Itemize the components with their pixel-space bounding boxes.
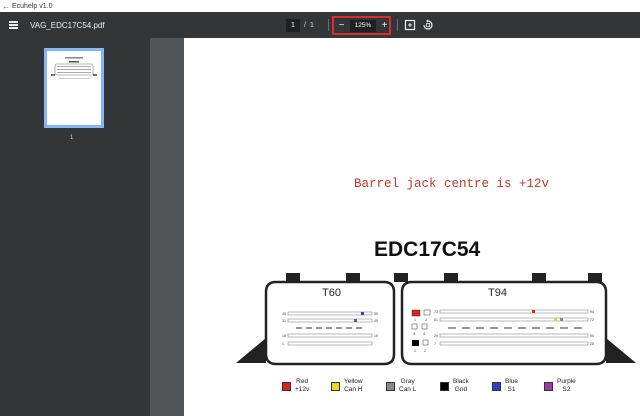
page-separator: / xyxy=(304,21,306,29)
zoom-in-button[interactable]: + xyxy=(379,18,390,33)
t94-pin-label: 28 xyxy=(590,342,594,346)
connector-tab xyxy=(532,273,546,282)
viewer-gutter xyxy=(150,38,184,416)
pdf-page: Barrel jack centre is +12v EDC17C54 T60 … xyxy=(184,38,640,416)
connector-tab xyxy=(444,273,458,282)
t60-label: T60 xyxy=(322,287,341,299)
t94-side-label: 2 xyxy=(425,318,427,322)
legend-swatch xyxy=(544,382,553,391)
t60-pin-label: 40 xyxy=(282,312,286,316)
t94-pin xyxy=(411,323,418,330)
t94-pin-label: 7 xyxy=(434,342,436,346)
t94-gray-pin xyxy=(560,318,563,321)
t94-side-label: 3 xyxy=(413,332,415,336)
zoom-level-input[interactable]: 125% xyxy=(350,19,376,32)
t94-pin-label: 94 xyxy=(590,310,594,314)
legend-gray: Gray Can L xyxy=(386,378,416,393)
connector-tab xyxy=(286,273,300,282)
legend-label: Yellow xyxy=(344,378,363,385)
legend-swatch xyxy=(282,382,291,391)
t94-pin-label: 50 xyxy=(590,334,594,338)
connector-tab xyxy=(394,273,408,282)
t94-black-pin xyxy=(412,340,419,346)
legend-label: Gray xyxy=(400,378,415,385)
window-title: Ecuhelp v1.0 xyxy=(12,2,53,10)
t94-label: T94 xyxy=(488,287,507,299)
legend-sub: +12v xyxy=(295,385,310,393)
zoom-out-button[interactable]: − xyxy=(336,18,347,33)
t94-pin-label: 29 xyxy=(434,334,438,338)
t60-blue-pin xyxy=(361,312,364,315)
legend-blue: Blue S1 xyxy=(492,378,518,393)
t60-pin-label: 45 xyxy=(374,319,378,323)
ecu-model-title: EDC17C54 xyxy=(374,238,481,261)
legend-label: Black xyxy=(453,378,469,385)
legend-label: Red xyxy=(296,378,309,385)
page-indicator: 1 / 1 xyxy=(286,17,314,33)
t60-pin-label: 16 xyxy=(282,334,286,338)
t94-side-label: 2 xyxy=(424,349,426,353)
thumbnail-sidebar: 1 xyxy=(0,38,150,416)
legend-sub: Gnd xyxy=(454,385,468,393)
rotate-icon[interactable] xyxy=(422,19,434,31)
connector-tab xyxy=(588,273,602,282)
t94-side-label: 1 xyxy=(414,318,416,322)
t60-purple-pin xyxy=(354,319,357,322)
t94-pin xyxy=(421,323,428,330)
t94-pin-label: 51 xyxy=(434,318,438,322)
window-title-bar: ← Ecuhelp v1.0 xyxy=(0,0,640,12)
t94-yellow-pin xyxy=(554,318,557,321)
legend-swatch xyxy=(331,382,340,391)
page-number-input[interactable]: 1 xyxy=(286,18,300,32)
legend-black: Black Gnd xyxy=(440,378,469,393)
back-arrow-icon[interactable]: ← xyxy=(0,2,12,11)
toolbar-divider xyxy=(328,19,329,31)
t94-pin xyxy=(422,339,429,346)
fit-to-page-icon[interactable] xyxy=(404,19,416,31)
legend-purple: Purple S2 xyxy=(544,378,576,393)
connector-tab xyxy=(346,273,360,282)
legend-swatch xyxy=(386,382,395,391)
connector-left-wedge xyxy=(236,338,266,363)
pdf-toolbar: VAG_EDC17C54.pdf 1 / 1 − 125% + xyxy=(0,12,640,38)
legend-sub: S2 xyxy=(562,385,571,393)
t94-pin-label: 73 xyxy=(434,310,438,314)
t94-pin-label: 72 xyxy=(590,318,594,322)
document-title: VAG_EDC17C54.pdf xyxy=(30,20,105,30)
legend-swatch xyxy=(492,382,501,391)
thumbnail-preview xyxy=(51,57,97,79)
legend-label: Blue xyxy=(505,378,519,385)
barrel-jack-note: Barrel jack centre is +12v xyxy=(354,177,550,191)
connector-diagram: T60 T94 40 30 31 45 16 15 1 1 2 3 4 1 2 … xyxy=(236,273,636,366)
thumbnail-page-label: 1 xyxy=(70,135,74,141)
t60-pin-label: 31 xyxy=(282,319,286,323)
t94-red-pin xyxy=(411,309,421,317)
toolbar-divider xyxy=(397,19,398,31)
t94-pin xyxy=(423,309,431,316)
legend-sub: S1 xyxy=(507,385,516,393)
page-thumbnail[interactable] xyxy=(44,48,104,128)
connector-right-wedge xyxy=(606,338,636,363)
zoom-controls: − 125% + xyxy=(336,18,390,33)
t94-side-label: 4 xyxy=(423,332,425,336)
t60-pin-label: 1 xyxy=(282,342,284,346)
legend-swatch xyxy=(440,382,449,391)
legend-yellow: Yellow Can H xyxy=(331,378,363,393)
menu-icon[interactable] xyxy=(0,12,26,38)
t94-side-label: 1 xyxy=(414,349,416,353)
legend-label: Purple xyxy=(557,378,576,385)
t60-pin-label: 15 xyxy=(374,334,378,338)
legend-sub: Can H xyxy=(344,385,363,393)
legend-red: Red +12v xyxy=(282,378,309,393)
t94-red-pin-row xyxy=(532,310,535,313)
t60-pin-label: 30 xyxy=(374,312,378,316)
legend-sub: Can L xyxy=(399,385,417,393)
page-total: 1 xyxy=(309,21,314,29)
